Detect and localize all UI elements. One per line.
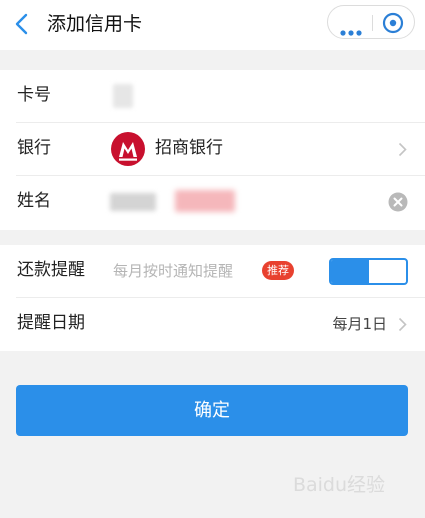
name-label: 姓名	[17, 191, 51, 211]
recommend-badge: 推荐	[262, 261, 294, 280]
chevron-right-icon	[398, 317, 407, 332]
bank-label: 银行	[17, 138, 51, 158]
watermark: Baidu经验	[292, 474, 385, 496]
close-target-icon[interactable]	[381, 11, 405, 35]
clear-input-icon[interactable]	[388, 192, 408, 212]
name-value-redacted[interactable]	[110, 193, 156, 211]
more-dots-icon[interactable]	[340, 21, 362, 36]
name-row[interactable]: 姓名	[0, 176, 425, 229]
card-number-label: 卡号	[17, 85, 51, 105]
card-number-value-redacted[interactable]	[113, 84, 133, 108]
page-title: 添加信用卡	[47, 13, 143, 35]
toggle-on-indicator	[331, 260, 369, 283]
reminder-date-row[interactable]: 提醒日期 每月1日	[0, 298, 425, 351]
reminder-hint: 每月按时通知提醒	[113, 262, 234, 280]
name-value-redacted-secondary	[175, 190, 235, 212]
card-info-group: 卡号 银行 招商银行 姓名	[0, 70, 425, 230]
reminder-group: 还款提醒 每月按时通知提醒 推荐 提醒日期 每月1日	[0, 245, 425, 351]
bank-name: 招商银行	[155, 138, 223, 158]
confirm-button[interactable]: 确定	[16, 385, 408, 436]
back-arrow-icon[interactable]	[12, 12, 34, 36]
repayment-reminder-row: 还款提醒 每月按时通知提醒 推荐	[0, 245, 425, 298]
reminder-toggle[interactable]	[329, 258, 408, 285]
reminder-label: 还款提醒	[17, 260, 85, 280]
navigation-bar: 添加信用卡	[0, 0, 425, 50]
card-number-row[interactable]: 卡号	[0, 70, 425, 123]
reminder-date-value: 每月1日	[332, 315, 387, 333]
cmb-bank-logo-icon	[110, 131, 146, 167]
reminder-date-label: 提醒日期	[17, 313, 85, 333]
bank-row[interactable]: 银行 招商银行	[0, 123, 425, 176]
chevron-right-icon	[398, 142, 407, 157]
capsule-divider	[372, 15, 373, 31]
mini-program-capsule	[327, 5, 415, 39]
